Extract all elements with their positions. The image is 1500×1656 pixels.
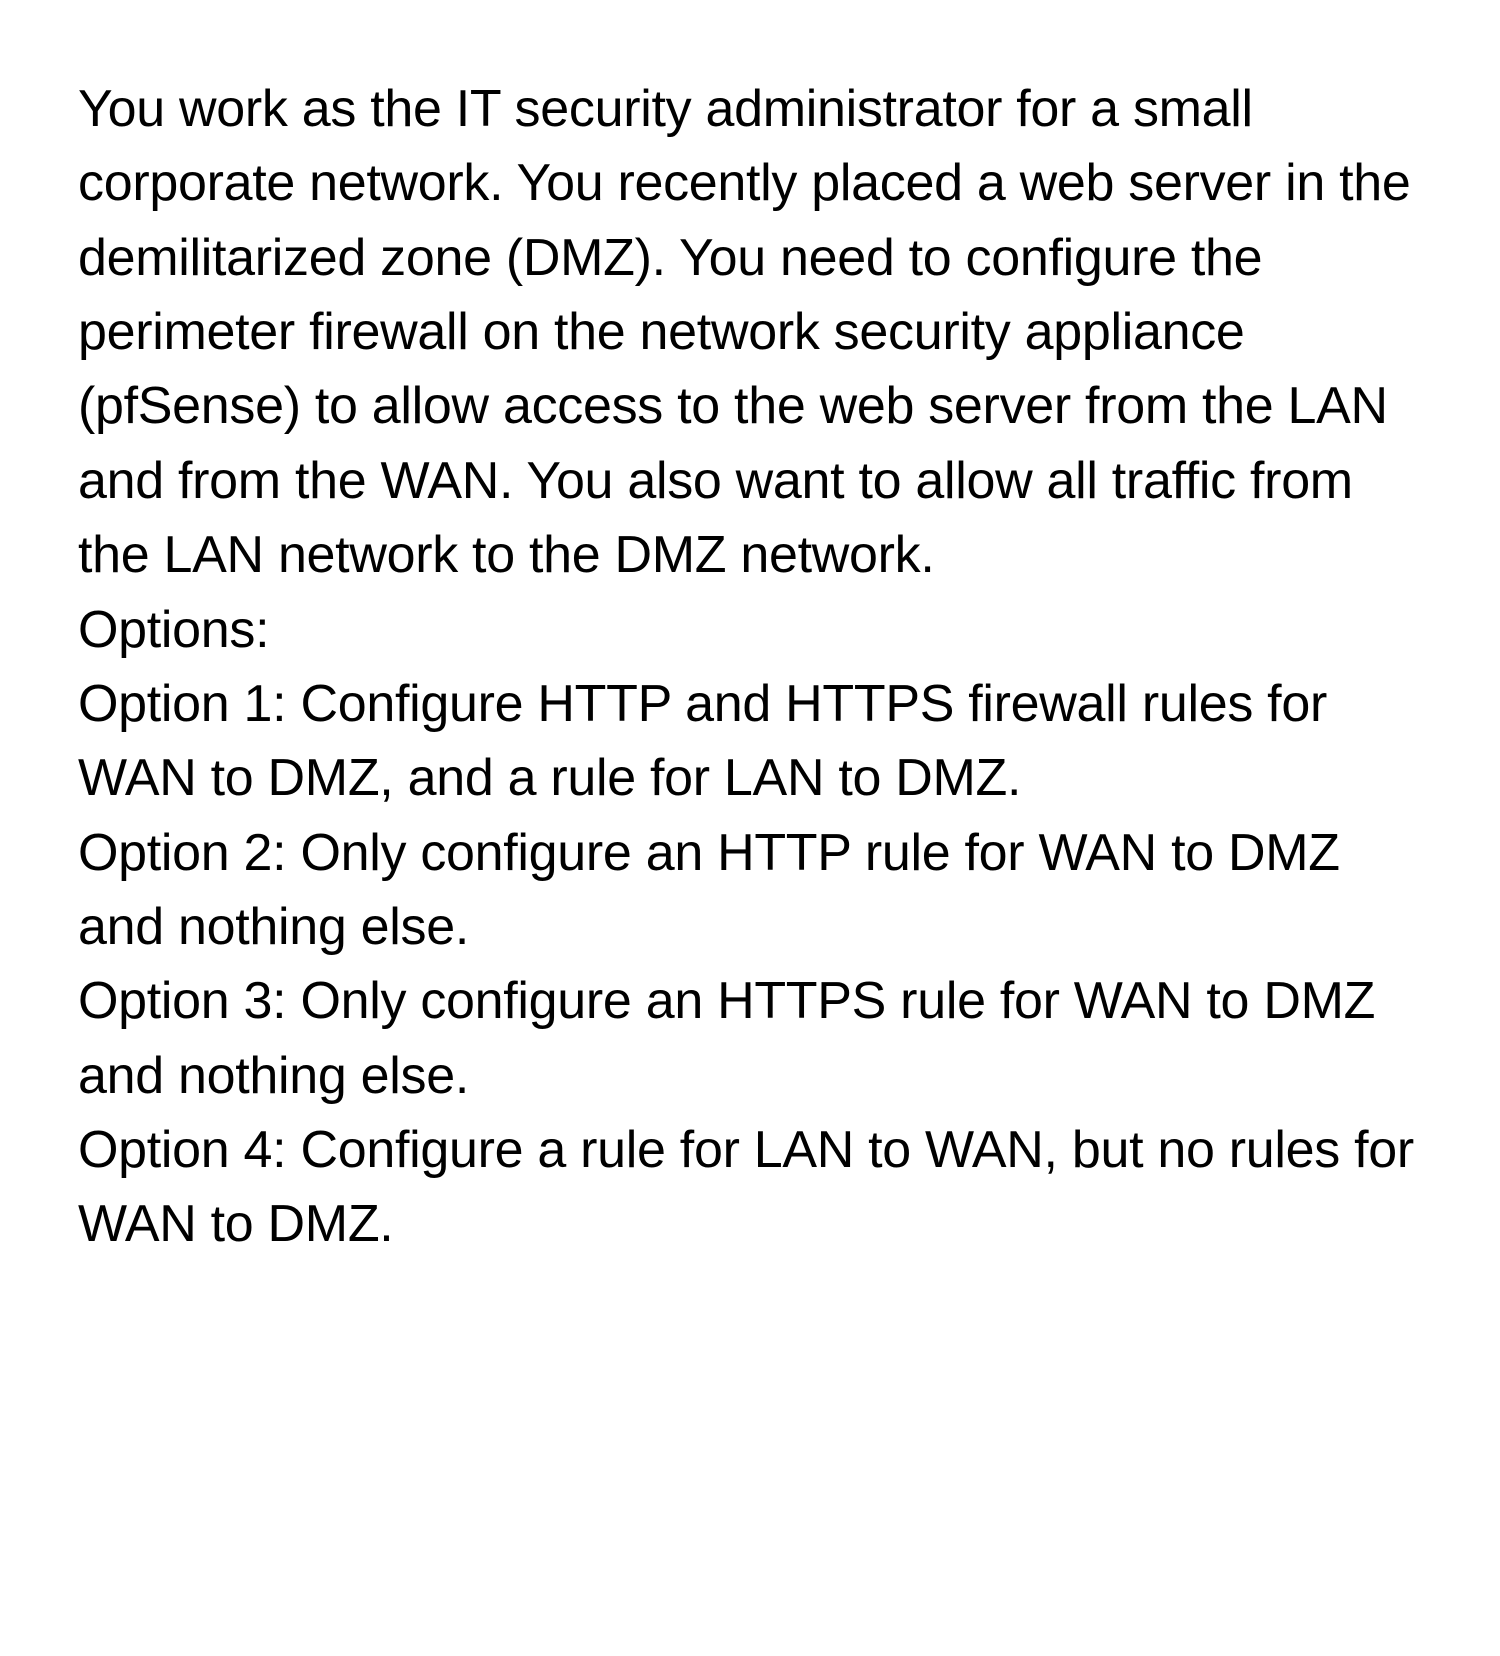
- option-3: Option 3: Only configure an HTTPS rule f…: [78, 964, 1422, 1113]
- question-content: You work as the IT security administrato…: [78, 72, 1422, 1262]
- options-label: Options:: [78, 593, 1422, 667]
- question-scenario: You work as the IT security administrato…: [78, 72, 1422, 593]
- option-1: Option 1: Configure HTTP and HTTPS firew…: [78, 667, 1422, 816]
- option-4: Option 4: Configure a rule for LAN to WA…: [78, 1113, 1422, 1262]
- option-2: Option 2: Only configure an HTTP rule fo…: [78, 816, 1422, 965]
